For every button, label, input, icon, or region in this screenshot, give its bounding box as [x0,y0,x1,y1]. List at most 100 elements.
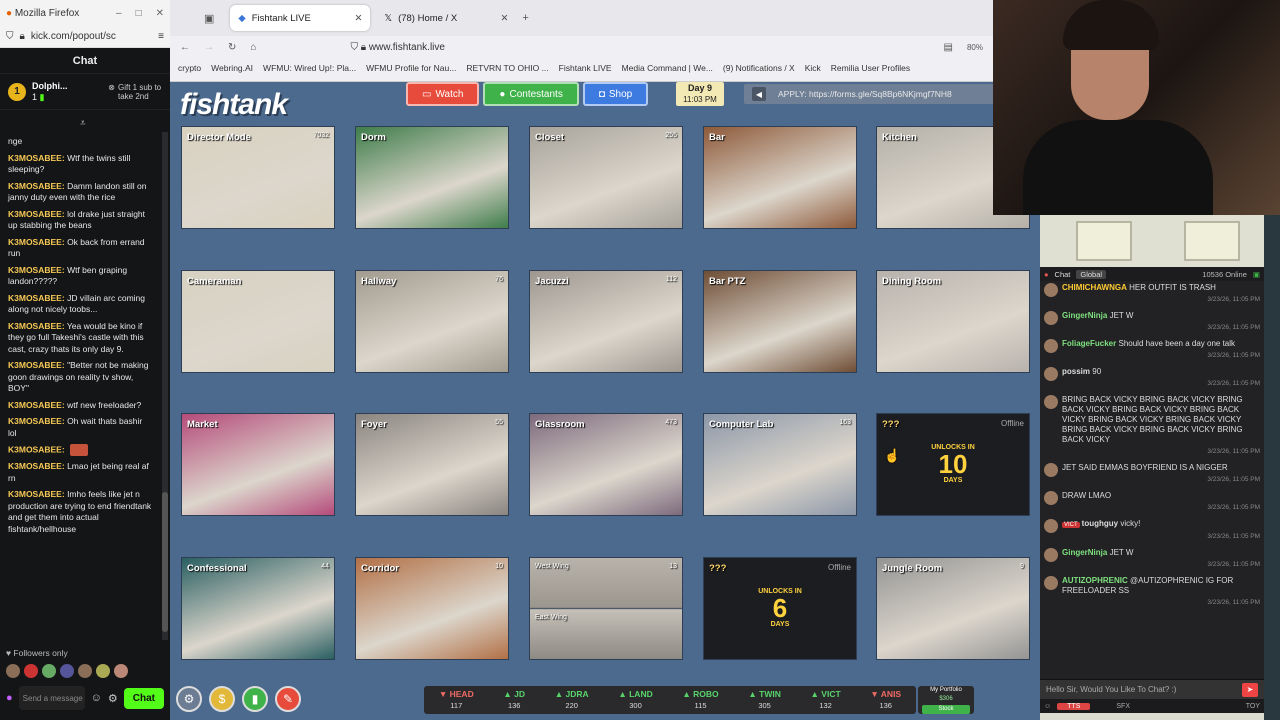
chevron-down-icon[interactable]: ⩡ [80,118,86,129]
bookmark-item[interactable]: crypto [178,63,201,73]
camera-tile[interactable]: Dining Room [876,270,1030,373]
chat-username[interactable]: K3MOSABEE: [8,444,65,454]
bookmark-item[interactable]: (9) Notifications / X [723,63,795,73]
avatar[interactable] [6,664,20,678]
ticker-item[interactable]: ▲ LAND 300 [618,688,652,712]
bookmark-item[interactable]: Kick [805,63,821,73]
chat-username[interactable]: K3MOSABEE: [8,416,65,426]
chat-username[interactable]: K3MOSABEE: [8,489,65,499]
chat-username[interactable]: CHIMICHAWNGA [1062,283,1127,292]
avatar[interactable] [1044,311,1058,325]
shop-button[interactable]: ◘ Shop [582,82,649,106]
chat-username[interactable]: K3MOSABEE: [8,153,65,163]
portfolio-widget[interactable]: My Portfolio $306 Stock [918,686,974,714]
chat-username[interactable]: K3MOSABEE: [8,237,65,247]
fishtank-logo[interactable]: fishtank [180,88,288,122]
chat-username[interactable]: possim [1062,367,1090,376]
url-text[interactable]: kick.com/popout/sc [31,31,116,42]
contestants-button[interactable]: ● Contestants [483,82,579,106]
avatar[interactable] [1044,283,1058,297]
alerts-button[interactable]: ✎ [275,686,301,712]
pinned-user[interactable]: Dolphi... [32,81,68,91]
ticker-item[interactable]: ▲ VICT 132 [811,688,841,712]
ticker-item[interactable]: ▲ TWIN 305 [748,688,781,712]
ticker-item[interactable]: ▼ ANIS 136 [870,688,901,712]
bookmark-item[interactable]: Remilia User Profiles [831,63,910,73]
arrow-left-icon[interactable]: ◀ [752,87,766,101]
chat-input[interactable]: Hello Sir, Would You Like To Chat? :) ➤ [1040,679,1264,699]
avatar[interactable] [1044,463,1058,477]
global-tab[interactable]: Global [1076,269,1107,279]
avatar[interactable] [114,664,128,678]
avatar[interactable] [1044,548,1058,562]
emoji-icon[interactable]: ☺ [91,692,102,704]
camera-tile[interactable]: Market [181,413,335,516]
camera-tile[interactable]: Computer Lab 163 [703,413,857,516]
camera-tile[interactable]: Jacuzzi 112 [529,270,683,373]
tab-fishtank[interactable]: ◆ Fishtank LIVE ✕ [230,5,371,31]
gear-icon[interactable]: ⚙ [108,692,118,705]
chat-tab[interactable]: ● [1044,270,1049,279]
chat-input-placeholder[interactable]: Hello Sir, Would You Like To Chat? :) [1046,685,1176,694]
home-icon[interactable]: ⌂ [250,42,256,53]
bookmark-item[interactable]: Fishtank LIVE [559,63,612,73]
avatar[interactable] [60,664,74,678]
tts-button[interactable]: TTS [1057,702,1091,710]
camera-tile[interactable]: Bar PTZ [703,270,857,373]
reader-icon[interactable]: ▤ [944,42,953,53]
emote-icon[interactable]: ● [6,692,13,704]
bookmark-item[interactable]: RETVRN TO OHIO ... [466,63,548,73]
close-tab-icon[interactable]: ✕ [354,13,362,24]
coins-button[interactable]: $ [209,686,235,712]
chat-tab-label[interactable]: Chat [1055,270,1071,279]
camera-tile[interactable]: Closet 255 [529,126,683,229]
ticker-item[interactable]: ▲ JDRA 220 [555,688,589,712]
bookmark-item[interactable]: WFMU: Wired Up!: Pla... [263,63,356,73]
tab-x-home[interactable]: 𝕏 (78) Home / X ✕ [376,5,516,31]
bookmark-item[interactable]: Media Command | We... [622,63,713,73]
chat-username[interactable]: K3MOSABEE: [8,321,65,331]
chat-username[interactable]: K3MOSABEE: [8,209,65,219]
ticker-item[interactable]: ▲ ROBO 115 [682,688,718,712]
chat-username[interactable]: K3MOSABEE: [8,181,65,191]
camera-tile[interactable]: Cameraman [181,270,335,373]
send-icon[interactable]: ➤ [1242,682,1258,697]
toy-button[interactable]: TOY [1246,703,1260,710]
reload-icon[interactable]: ↻ [228,42,236,53]
chat-username[interactable]: FoliageFucker [1062,339,1116,348]
chat-username[interactable]: K3MOSABEE: [8,400,65,410]
forward-icon[interactable]: → [204,42,214,53]
avatar[interactable] [1044,519,1058,533]
chat-username[interactable]: AUTIZOPHRENIC [1062,576,1128,585]
camera-tile[interactable]: Director Mode 7032 [181,126,335,229]
avatar[interactable] [1044,576,1058,590]
chat-username[interactable]: GingerNinja [1062,311,1107,320]
camera-tile[interactable]: Bar [703,126,857,229]
minimize-icon[interactable]: – [116,8,122,19]
chat-send-button[interactable]: Chat [123,687,164,709]
tab-list-icon[interactable]: ▣ [204,12,214,25]
watch-button[interactable]: ▭ Watch [406,82,480,106]
locked-camera-tile[interactable]: ??? Offline UNLOCKS IN 10 DAYS [876,413,1030,516]
url-input[interactable]: www.fishtank.live [369,42,445,53]
apply-banner[interactable]: ◀ APPLY: https://forms.gle/Sq8Bp6NKjmgf7N… [744,84,994,104]
camera-tile[interactable]: Glassroom 473 [529,413,683,516]
stocks-button[interactable]: ▮ [242,686,268,712]
chat-username[interactable]: K3MOSABEE: [8,293,65,303]
chat-username[interactable]: K3MOSABEE: [8,265,65,275]
maximize-icon[interactable]: □ [136,8,142,19]
send-message-input[interactable]: Send a message [18,686,85,710]
chat-settings-icon[interactable]: ▣ [1253,270,1260,279]
new-tab-icon[interactable]: + [522,12,528,24]
camera-tile[interactable]: Hallway 76 [355,270,509,373]
avatar[interactable] [96,664,110,678]
camera-tile[interactable]: Jungle Room 9 [876,557,1030,660]
chat-username[interactable]: K3MOSABEE: [8,461,65,471]
avatar[interactable] [42,664,56,678]
back-icon[interactable]: ← [180,42,190,53]
bookmark-item[interactable]: WFMU Profile for Nau... [366,63,456,73]
avatar[interactable] [1044,395,1058,409]
menu-icon[interactable]: ≡ [158,31,164,42]
close-icon[interactable]: ✕ [156,8,164,19]
chat-username[interactable]: GingerNinja [1062,548,1107,557]
